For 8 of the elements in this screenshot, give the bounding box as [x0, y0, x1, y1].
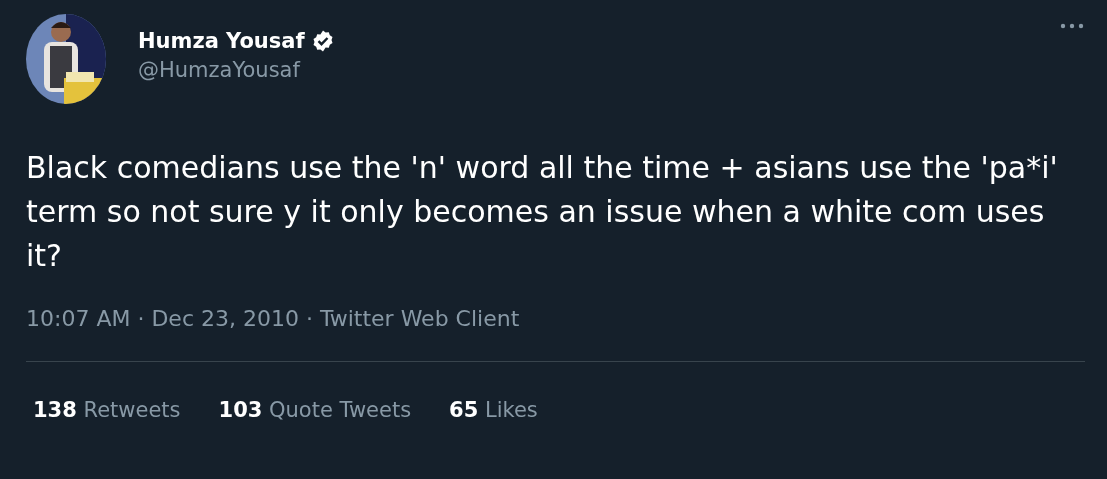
- tweet-timestamp[interactable]: 10:07 AM · Dec 23, 2010 · Twitter Web Client: [26, 306, 520, 331]
- more-icon[interactable]: [1059, 22, 1085, 30]
- stat-link[interactable]: 103 Quote Tweets: [218, 398, 412, 422]
- author-name[interactable]: Humza Yousaf: [138, 29, 305, 53]
- stat-link[interactable]: 65 Likes: [449, 398, 538, 422]
- stat-link[interactable]: 138 Retweets: [33, 398, 181, 422]
- tweet-text: Black comedians use the 'n' word all the time + asians use the 'pa*i' term so not sure y it only becomes an issue when a white com uses it?: [26, 149, 1059, 275]
- author-handle[interactable]: @HumzaYousaf: [138, 58, 1059, 82]
